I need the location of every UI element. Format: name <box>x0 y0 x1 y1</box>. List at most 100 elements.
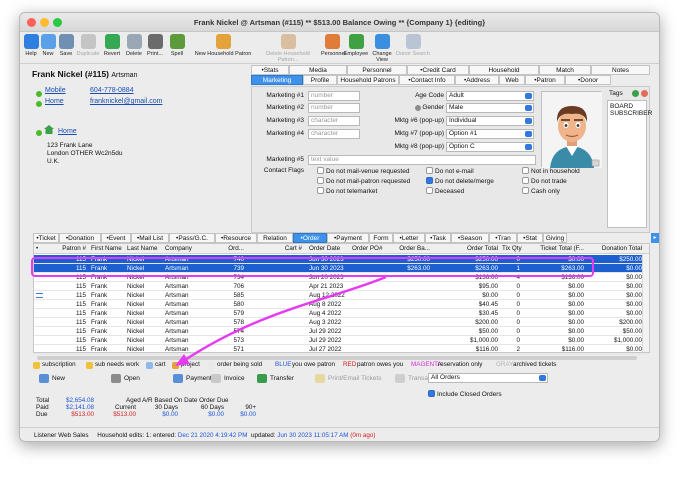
marketing-3-input[interactable]: character <box>308 116 360 126</box>
email-link[interactable]: franknickel@gmail.com <box>90 98 162 105</box>
tag-item[interactable]: BOARD <box>610 103 644 110</box>
tab-season[interactable]: •Season <box>451 233 489 243</box>
do-not-mail-venue-requested-checkbox[interactable]: Do not mail-venue requested <box>317 167 409 175</box>
tab-ticket[interactable]: •Ticket <box>33 233 59 243</box>
column-header-order-po[interactable]: Order PO# <box>352 245 388 252</box>
tab-relation[interactable]: Relation <box>257 233 293 243</box>
tab-stat[interactable]: •Stat <box>517 233 543 243</box>
revert-button[interactable]: Revert <box>102 34 122 57</box>
column-header-order-total[interactable]: Order Total <box>452 245 498 252</box>
grid-vertical-scrollbar[interactable] <box>642 254 649 352</box>
delete-household-patron-button[interactable]: Delete Household Patron... <box>257 34 319 63</box>
transfer-button[interactable]: Transfer <box>255 372 311 385</box>
save-button[interactable]: Save <box>58 34 74 57</box>
order-row[interactable]: 115 Frank Nickel Artsman 585 Aug 12 2022 $0.00… <box>34 291 649 300</box>
marketing-5-input[interactable]: text value <box>308 155 536 165</box>
print-button[interactable]: Print... <box>144 34 166 57</box>
column-header-ord[interactable]: Ord... <box>222 245 244 252</box>
more-tabs-icon[interactable]: ▸ <box>651 233 659 243</box>
tab-payment[interactable]: •Payment <box>327 233 369 243</box>
tab-web[interactable]: Web <box>499 75 525 85</box>
tab-patron[interactable]: •Patron <box>525 75 565 85</box>
mktg-7-pop-up-select[interactable]: Option #1 <box>446 129 534 139</box>
invoice-button[interactable]: Invoice <box>209 372 253 385</box>
tab-stats[interactable]: •Stats <box>251 65 289 75</box>
include-closed-checkbox[interactable]: Include Closed Orders <box>428 390 502 398</box>
tab-order[interactable]: •Order <box>293 233 327 243</box>
column-header-ticket-total-f[interactable]: Ticket Total (F... <box>524 245 584 252</box>
new-household-patron-button[interactable]: New Household Patron <box>190 34 256 57</box>
payment-button[interactable]: Payment <box>171 372 212 385</box>
column-header-cart[interactable]: Cart # <box>274 245 302 252</box>
tab-match[interactable]: Match <box>539 65 591 75</box>
tab-event[interactable]: •Event <box>101 233 131 243</box>
tab-donor[interactable]: •Donor <box>565 75 611 85</box>
tab-form[interactable]: Form <box>369 233 393 243</box>
tab-address[interactable]: •Address <box>455 75 499 85</box>
new-button[interactable]: New <box>37 372 97 385</box>
order-row[interactable]: 115 Frank Nickel Artsman 706 Apr 21 2023 $95.0… <box>34 282 649 291</box>
order-row[interactable]: 115 Frank Nickel Artsman 740 Jun 30 2023 $250.… <box>34 255 649 264</box>
tab-media[interactable]: Media <box>289 65 347 75</box>
marketing-2-input[interactable]: number <box>308 103 360 113</box>
tab-contact-info[interactable]: •Contact Info <box>399 75 455 85</box>
donor-search-button[interactable]: Donor Search <box>396 34 430 57</box>
order-row[interactable]: 115 Frank Nickel Artsman 578 Aug 3 2022 $200.0… <box>34 318 649 327</box>
tab-donation[interactable]: •Donation <box>59 233 101 243</box>
print-email-tickets-button[interactable]: Print/Email Tickets <box>313 372 391 385</box>
remove-tag-icon[interactable] <box>641 90 648 97</box>
order-row[interactable]: 115 Frank Nickel Artsman 580 Aug 8 2022 $40.45… <box>34 300 649 309</box>
order-row[interactable]: 115 Frank Nickel Artsman 574 Jul 29 2022 $50.0… <box>34 327 649 336</box>
marketing-4-input[interactable]: character <box>308 129 360 139</box>
tab-giving[interactable]: Giving <box>543 233 567 243</box>
duplicate-button[interactable]: Duplicate <box>76 34 100 57</box>
marketing-1-input[interactable]: number <box>308 91 360 101</box>
do-not-telemarket-checkbox[interactable]: Do not telemarket <box>317 187 377 195</box>
order-row[interactable]: 115 Frank Nickel Artsman 739 Jun 30 2023 $263.… <box>34 264 649 273</box>
do-not-mail-patron-requested-checkbox[interactable]: Do not mail-patron requested <box>317 177 410 185</box>
tab-profile[interactable]: Profile <box>303 75 337 85</box>
column-header-company[interactable]: Company <box>165 245 215 252</box>
do-not-delete-merge-checkbox[interactable]: Do not delete/merge <box>426 177 494 185</box>
column-header-last-name[interactable]: Last Name <box>127 245 163 252</box>
patron-photo[interactable] <box>541 91 602 168</box>
order-filter-select[interactable]: All Orders <box>428 373 548 383</box>
employee-button[interactable]: Employee <box>343 34 369 57</box>
grid-horizontal-scrollbar[interactable] <box>37 356 637 360</box>
help-button[interactable]: Help <box>23 34 39 57</box>
column-header-first-name[interactable]: First Name <box>91 245 125 252</box>
tab-notes[interactable]: Notes <box>591 65 650 75</box>
tab-pass-g-c[interactable]: •Pass/G.C. <box>169 233 215 243</box>
spell-button[interactable]: Spell <box>167 34 187 57</box>
mktg-8-pop-up-select[interactable]: Option C <box>446 142 534 152</box>
order-row[interactable]: 115 Frank Nickel Artsman 573 Jul 29 2022 $1,00… <box>34 336 649 345</box>
column-header-order-date[interactable]: Order Date <box>309 245 349 252</box>
new-button[interactable]: New <box>40 34 56 57</box>
tab-tran[interactable]: •Tran <box>489 233 517 243</box>
tab-household-patrons[interactable]: Household Patrons <box>337 75 399 85</box>
tab-household[interactable]: Household <box>469 65 539 75</box>
order-row[interactable]: 115 Frank Nickel Artsman 579 Aug 4 2022 $30.45… <box>34 309 649 318</box>
open-button[interactable]: Open <box>109 372 165 385</box>
tags-list[interactable]: BOARD SUBSCRIBER <box>607 100 652 228</box>
tab-marketing[interactable]: Marketing <box>251 75 303 85</box>
change-view-button[interactable]: Change View <box>368 34 396 63</box>
home-label[interactable]: Home <box>45 98 64 105</box>
do-not-e-mail-checkbox[interactable]: Do not e-mail <box>426 167 474 175</box>
not-in-household-checkbox[interactable]: Not in household <box>522 167 580 175</box>
deceased-checkbox[interactable]: Deceased <box>426 187 464 195</box>
address-type-link[interactable]: Home <box>58 128 77 135</box>
personnel-button[interactable]: Personnel <box>321 34 346 57</box>
order-row[interactable]: 115 Frank Nickel Artsman 734 Jun 20 2023 $136.… <box>34 273 649 282</box>
column-header-flag[interactable]: • <box>36 245 44 252</box>
tag-item[interactable]: SUBSCRIBER <box>610 110 652 117</box>
add-tag-icon[interactable] <box>632 90 639 97</box>
column-header-tix-qty[interactable]: Tix Qty <box>502 245 522 252</box>
column-header-donation-total[interactable]: Donation Total <box>590 245 642 252</box>
tab-personnel[interactable]: Personnel <box>347 65 407 75</box>
tab-mail-list[interactable]: •Mail List <box>131 233 169 243</box>
cash-only-checkbox[interactable]: Cash only <box>522 187 560 195</box>
tab-credit-card[interactable]: •Credit Card <box>407 65 469 75</box>
mobile-phone-link[interactable]: 604-778-0884 <box>90 87 134 94</box>
delete-button[interactable]: Delete <box>124 34 144 57</box>
